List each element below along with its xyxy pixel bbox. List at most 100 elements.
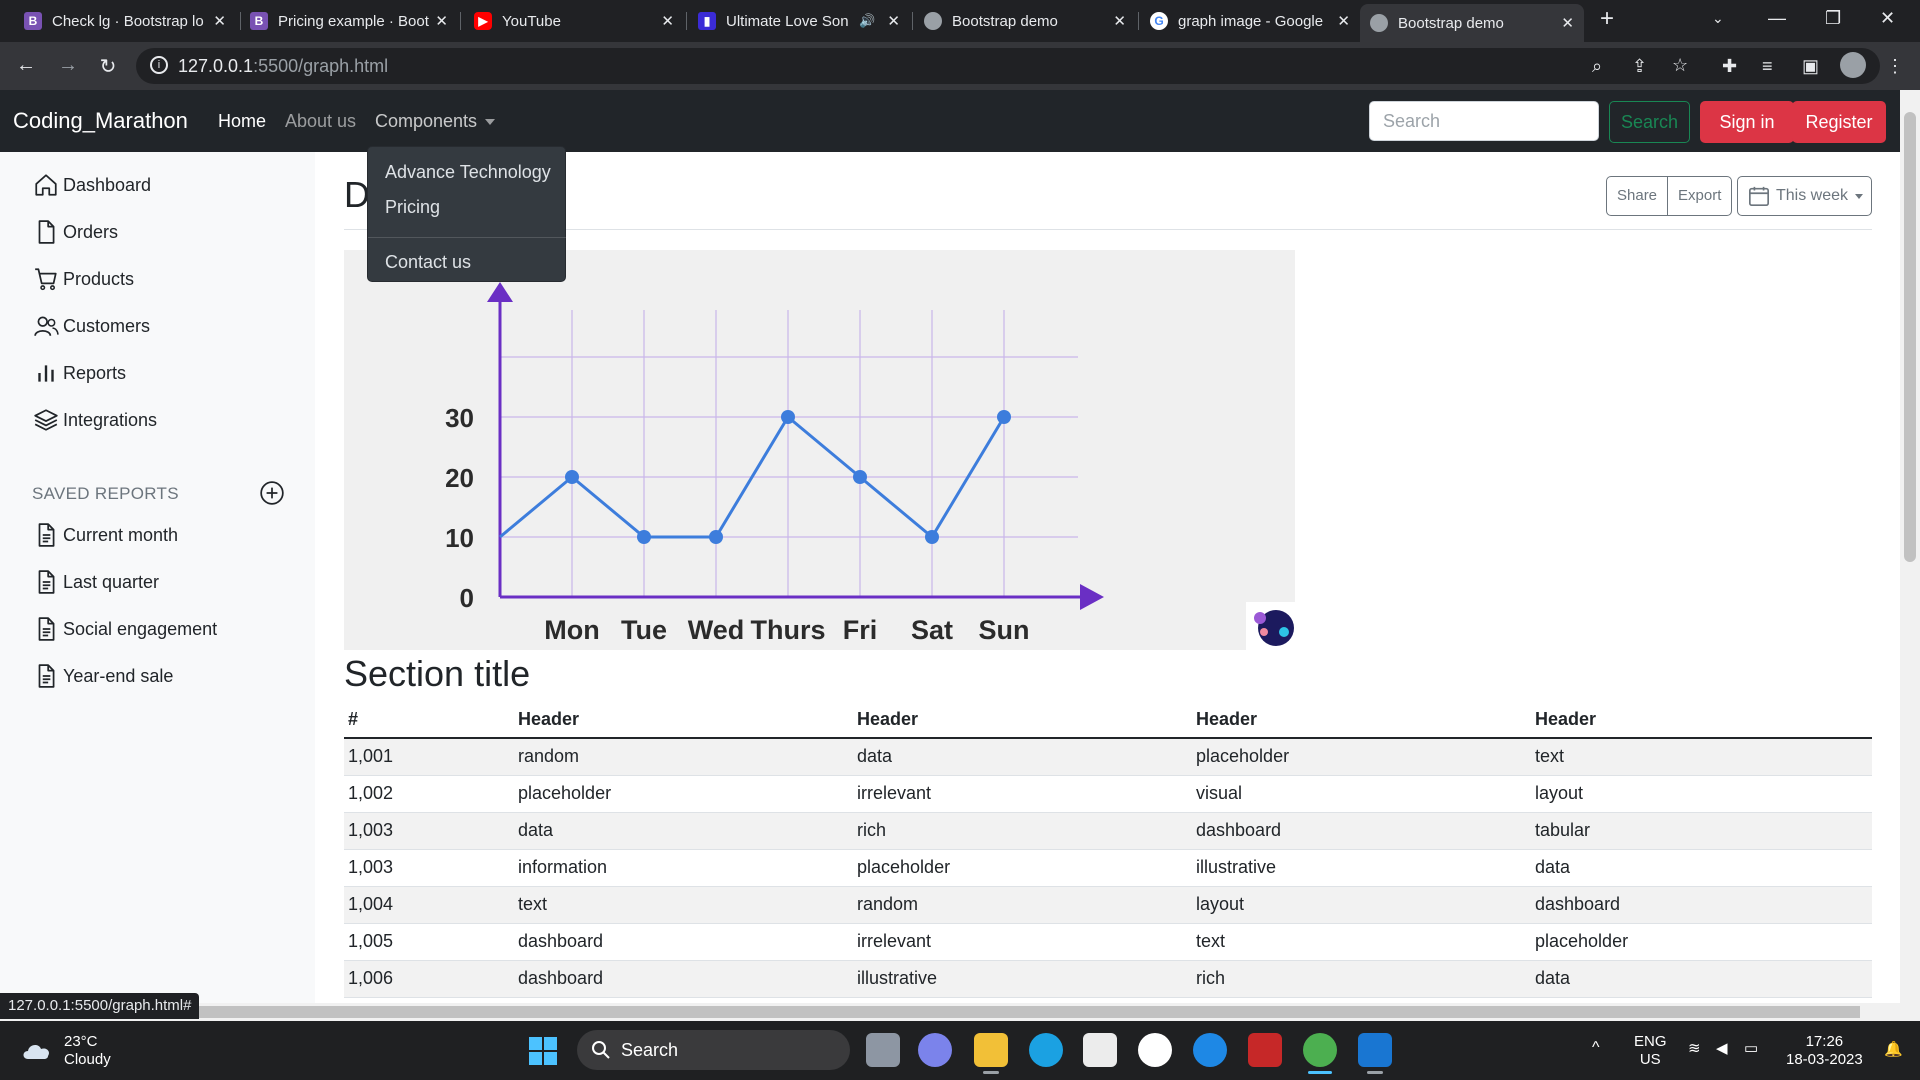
period-dropdown[interactable]: This week — [1737, 176, 1872, 216]
section-title: Section title — [344, 653, 531, 694]
close-window-button[interactable]: ✕ — [1880, 8, 1895, 29]
table-cell: illustrative — [853, 960, 1192, 998]
tab-pricing[interactable]: B Pricing example · Boot ✕ — [240, 6, 458, 36]
weather-widget[interactable]: 23°C Cloudy — [20, 1033, 111, 1069]
vscode-icon[interactable] — [1358, 1033, 1392, 1067]
sign-in-button[interactable]: Sign in — [1700, 101, 1794, 143]
table-cell: placeholder — [514, 775, 853, 813]
chevron-up-icon[interactable]: ^ — [1592, 1039, 1600, 1057]
table-cell: 1,002 — [344, 775, 514, 813]
profile-avatar[interactable] — [1840, 52, 1866, 78]
close-tab-icon[interactable]: ✕ — [213, 12, 226, 30]
github-icon[interactable] — [1138, 1033, 1172, 1067]
taskbar-search[interactable]: Search — [577, 1030, 850, 1070]
zoom-icon[interactable]: ⌕ — [1592, 56, 1602, 77]
column-header: Header — [1192, 702, 1531, 739]
sidebar-item-products[interactable]: Products — [33, 266, 134, 292]
chevron-down-icon — [485, 119, 496, 126]
sidebar-item-reports[interactable]: Reports — [33, 360, 126, 386]
tab-check-lg[interactable]: B Check lg · Bootstrap lo ✕ — [14, 6, 236, 36]
y-tick-label: 30 — [445, 403, 474, 433]
bookmark-star-icon[interactable]: ☆ — [1672, 55, 1688, 76]
clock[interactable]: 17:26 18-03-2023 — [1786, 1033, 1863, 1069]
volume-icon[interactable]: ◀ — [1716, 1040, 1728, 1058]
notification-bell-icon[interactable]: 🔔 — [1884, 1041, 1903, 1059]
chat-icon[interactable] — [918, 1033, 952, 1067]
nav-home[interactable]: Home — [218, 111, 266, 132]
reading-list-icon[interactable]: ≡ — [1762, 56, 1773, 77]
back-button[interactable]: ← — [14, 54, 38, 77]
saved-report-current-month[interactable]: Current month — [33, 522, 178, 548]
tab-music[interactable]: ▮ Ultimate Love Son 🔊 ✕ — [688, 6, 910, 36]
cloud-icon — [23, 1045, 50, 1059]
table-row: 1,006 dashboard illustrative rich data — [344, 960, 1872, 998]
search-button[interactable]: Search — [1609, 101, 1690, 143]
temperature: 23°C — [64, 1033, 98, 1050]
share-button[interactable]: Share — [1607, 177, 1667, 215]
register-button[interactable]: Register — [1792, 101, 1886, 143]
plus-circle-icon[interactable] — [259, 480, 285, 506]
close-tab-icon[interactable]: ✕ — [435, 12, 448, 30]
battery-icon[interactable]: ▭ — [1744, 1040, 1758, 1058]
sidebar-item-orders[interactable]: Orders — [33, 219, 118, 245]
speaker-icon[interactable]: 🔊 — [859, 13, 875, 29]
nav-components[interactable]: Components — [375, 111, 496, 132]
page-viewport: Coding_Marathon Home About us Components… — [0, 90, 1900, 1003]
help-icon[interactable] — [1193, 1033, 1227, 1067]
reload-button[interactable]: ↻ — [96, 54, 120, 79]
vertical-scrollbar[interactable] — [1900, 90, 1920, 1003]
close-tab-icon[interactable]: ✕ — [1561, 14, 1574, 32]
extensions-icon[interactable]: ✚ — [1722, 56, 1737, 77]
info-icon[interactable]: i — [150, 56, 168, 74]
music-icon: ▮ — [698, 12, 716, 30]
close-tab-icon[interactable]: ✕ — [887, 12, 900, 30]
scroll-thumb[interactable] — [198, 1006, 1860, 1018]
task-view-icon[interactable] — [866, 1033, 900, 1067]
mcafee-icon[interactable] — [1248, 1033, 1282, 1067]
table-cell: text — [514, 886, 853, 924]
sidebar-item-customers[interactable]: Customers — [33, 313, 150, 339]
dropdown-item-pricing[interactable]: Pricing — [385, 197, 440, 218]
saved-report-year-end-sale[interactable]: Year-end sale — [33, 663, 173, 689]
close-tab-icon[interactable]: ✕ — [661, 12, 674, 30]
search-input[interactable] — [1369, 101, 1599, 141]
share-icon[interactable]: ⇪ — [1632, 56, 1647, 77]
dropdown-item-advance-technology[interactable]: Advance Technology — [385, 162, 551, 183]
dropdown-item-contact-us[interactable]: Contact us — [385, 252, 471, 273]
saved-report-last-quarter[interactable]: Last quarter — [33, 569, 159, 595]
menu-icon[interactable]: ⋮ — [1886, 56, 1904, 77]
tab-bootstrap-demo-active[interactable]: Bootstrap demo ✕ — [1360, 4, 1584, 42]
close-tab-icon[interactable]: ✕ — [1113, 12, 1126, 30]
scroll-thumb[interactable] — [1904, 112, 1916, 562]
tab-google[interactable]: G graph image - Google ✕ — [1140, 6, 1360, 36]
horizontal-scrollbar[interactable] — [0, 1003, 1920, 1021]
saved-report-label: Year-end sale — [63, 665, 174, 686]
export-button[interactable]: Export — [1667, 177, 1731, 215]
nav-about-us[interactable]: About us — [285, 111, 356, 132]
tab-youtube[interactable]: ▶ YouTube ✕ — [464, 6, 684, 36]
close-tab-icon[interactable]: ✕ — [1337, 12, 1350, 30]
brand[interactable]: Coding_Marathon — [13, 108, 188, 134]
side-panel-icon[interactable]: ▣ — [1802, 56, 1819, 77]
forward-button[interactable]: → — [56, 54, 80, 77]
chrome-icon[interactable] — [1303, 1033, 1337, 1067]
edge-icon[interactable] — [1029, 1033, 1063, 1067]
new-tab-button[interactable]: + — [1600, 5, 1614, 33]
restore-button[interactable]: ❐ — [1825, 8, 1841, 29]
sidebar-item-dashboard[interactable]: Dashboard — [33, 172, 151, 198]
file-explorer-icon[interactable] — [974, 1033, 1008, 1067]
sidebar-item-integrations[interactable]: Integrations — [33, 407, 157, 433]
column-header: Header — [514, 702, 853, 739]
url-text[interactable]: 127.0.0.1:5500/graph.html — [178, 56, 388, 77]
language-indicator[interactable]: ENG US — [1634, 1033, 1667, 1069]
saved-report-social-engagement[interactable]: Social engagement — [33, 616, 217, 642]
wifi-icon[interactable]: ≋ — [1688, 1040, 1701, 1058]
windows-start-icon[interactable] — [528, 1036, 558, 1066]
minimize-button[interactable]: — — [1768, 8, 1786, 29]
store-icon[interactable] — [1083, 1033, 1117, 1067]
address-bar[interactable]: i 127.0.0.1:5500/graph.html ⌕ ⇪ ☆ — [136, 48, 1880, 84]
tab-search-icon[interactable]: ⌄ — [1712, 10, 1724, 27]
date: 18-03-2023 — [1786, 1051, 1863, 1068]
sidebar-item-label: Dashboard — [63, 174, 152, 195]
tab-bootstrap-demo[interactable]: Bootstrap demo ✕ — [914, 6, 1136, 36]
